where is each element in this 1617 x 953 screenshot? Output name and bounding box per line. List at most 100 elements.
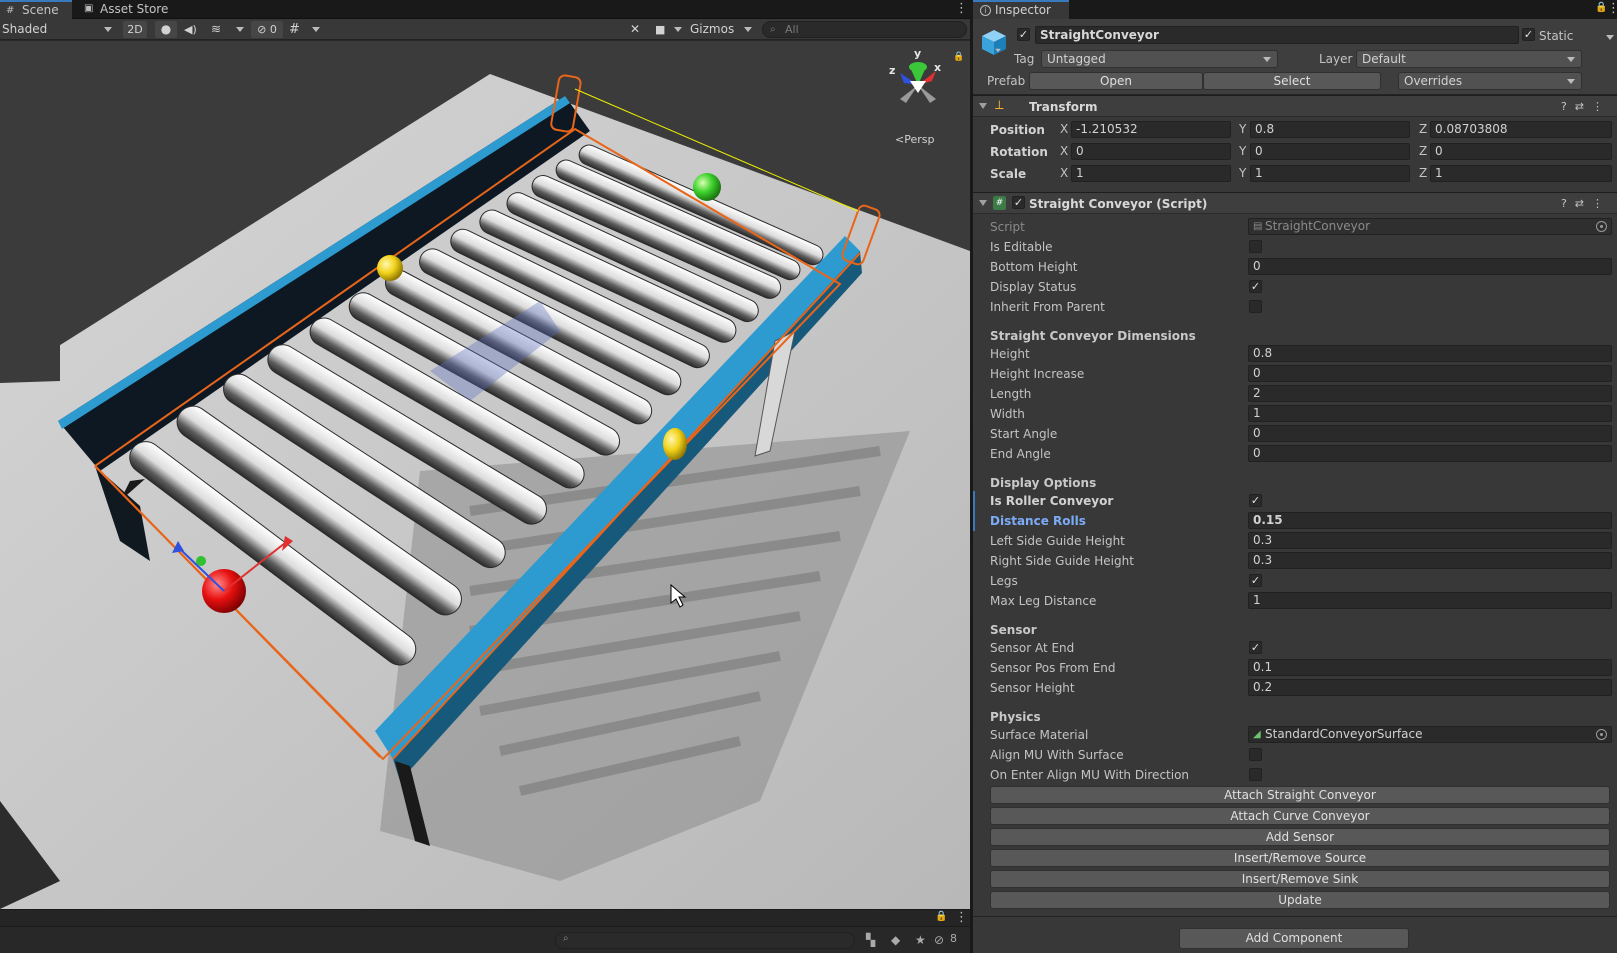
scale-z-field[interactable]: 1 [1430, 165, 1612, 182]
static-dropdown-icon[interactable] [1606, 35, 1614, 40]
width-field[interactable]: 1 [1248, 405, 1612, 422]
bottom-menu-icon[interactable]: ⋮ [955, 911, 968, 925]
foldout-arrow-icon[interactable] [979, 103, 987, 109]
script-object-field[interactable]: ▤ StraightConveyor [1248, 218, 1612, 235]
component-header-icons[interactable]: ?⇄⋮ [1561, 196, 1611, 212]
position-z-field[interactable]: 0.08703808 [1430, 121, 1612, 138]
component-enabled-checkbox[interactable]: ✓ [1012, 196, 1025, 209]
script-component-header[interactable]: # ✓ Straight Conveyor (Script) ?⇄⋮ [973, 192, 1617, 214]
camera-icon[interactable]: ■ [655, 21, 669, 38]
attach-curve-conveyor-button[interactable]: Attach Curve Conveyor [990, 807, 1610, 825]
tab-inspector[interactable]: i Inspector [973, 0, 1069, 19]
prefab-cube-icon[interactable] [979, 27, 1009, 57]
position-x-field[interactable]: -1.210532 [1071, 121, 1231, 138]
position-y-field[interactable]: 0.8 [1250, 121, 1410, 138]
static-checkbox[interactable]: ✓ [1522, 28, 1535, 41]
camera-dropdown-icon[interactable] [674, 27, 682, 32]
object-picker-icon[interactable] [1596, 729, 1607, 740]
shading-mode-dropdown[interactable]: Shaded [2, 21, 114, 38]
tag-dropdown[interactable]: Untagged [1041, 50, 1278, 68]
tools-icon[interactable]: ✕ [630, 21, 644, 38]
update-button[interactable]: Update [990, 891, 1610, 909]
sensor-at-end-checkbox[interactable]: ✓ [1249, 641, 1262, 654]
start-angle-field[interactable]: 0 [1248, 425, 1612, 442]
lighting-toggle-icon[interactable]: ● [155, 21, 177, 38]
prefab-overrides-dropdown[interactable]: Overrides [1398, 72, 1582, 90]
add-component-button[interactable]: Add Component [1179, 928, 1409, 949]
lock-icon[interactable]: 🔒 [935, 911, 947, 922]
distance-rolls-field[interactable]: 0.15 [1248, 512, 1612, 529]
axis-y-label[interactable]: Y [1239, 165, 1246, 182]
scene-viewport[interactable]: 🔒 y z x <Persp [0, 41, 970, 909]
insert-remove-sink-button[interactable]: Insert/Remove Sink [990, 870, 1610, 888]
tag-icon[interactable]: ◆ [891, 932, 900, 948]
object-name-field[interactable]: StraightConveyor [1035, 26, 1519, 44]
tab-asset-store[interactable]: ▣ Asset Store [78, 0, 174, 19]
axis-z-label[interactable]: Z [1419, 121, 1427, 138]
kebab-menu-icon[interactable]: ⋮ [1592, 197, 1611, 210]
kebab-menu-icon[interactable]: ⋮ [1592, 100, 1611, 113]
axis-y-label[interactable]: Y [1239, 121, 1246, 138]
hidden-objects-toggle[interactable]: ⊘ 0 [251, 21, 283, 38]
rotation-z-field[interactable]: 0 [1430, 143, 1612, 160]
lock-icon[interactable]: 🔒 [1595, 2, 1607, 13]
axis-x-label[interactable]: X [1060, 143, 1068, 160]
attach-straight-conveyor-button[interactable]: Attach Straight Conveyor [990, 786, 1610, 804]
sensor-height-field[interactable]: 0.2 [1248, 679, 1612, 696]
star-icon[interactable]: ★ [915, 932, 926, 948]
help-icon[interactable]: ? [1561, 100, 1575, 113]
height-field[interactable]: 0.8 [1248, 345, 1612, 362]
eye-slash-icon[interactable]: ⊘ [934, 932, 944, 948]
component-header-icons[interactable]: ?⇄⋮ [1561, 99, 1611, 115]
grid-toggle-icon[interactable]: # [289, 21, 305, 38]
align-mu-checkbox[interactable] [1249, 748, 1262, 761]
surface-material-field[interactable]: ◢ StandardConveyorSurface [1248, 726, 1612, 743]
axis-z-label[interactable]: Z [1419, 165, 1427, 182]
bottom-height-field[interactable]: 0 [1248, 258, 1612, 275]
legs-checkbox[interactable]: ✓ [1249, 574, 1262, 587]
axis-x-label[interactable]: X [1060, 121, 1068, 138]
layer-dropdown[interactable]: Default [1356, 50, 1582, 68]
scene-menu-icon[interactable]: ⋮ [955, 2, 968, 16]
rotation-y-field[interactable]: 0 [1250, 143, 1410, 160]
on-enter-align-checkbox[interactable] [1249, 768, 1262, 781]
inherit-from-parent-checkbox[interactable] [1249, 300, 1262, 313]
rotation-x-field[interactable]: 0 [1071, 143, 1231, 160]
max-leg-distance-field[interactable]: 1 [1248, 592, 1612, 609]
transform-header[interactable]: ⟂ Transform ?⇄⋮ [973, 95, 1617, 117]
preset-icon[interactable]: ⇄ [1575, 100, 1592, 113]
icon-dropdown-icon[interactable] [995, 48, 1001, 53]
is-editable-checkbox[interactable] [1249, 240, 1262, 253]
prefab-open-button[interactable]: Open [1029, 72, 1203, 90]
height-increase-field[interactable]: 0 [1248, 365, 1612, 382]
scale-y-field[interactable]: 1 [1250, 165, 1410, 182]
is-roller-conveyor-checkbox[interactable]: ✓ [1249, 494, 1262, 507]
help-icon[interactable]: ? [1561, 197, 1575, 210]
effects-dropdown-icon[interactable] [236, 27, 244, 32]
effects-icon[interactable]: ≋ [211, 21, 227, 38]
scale-x-field[interactable]: 1 [1071, 165, 1231, 182]
gizmos-dropdown[interactable]: Gizmos [690, 21, 754, 38]
static-label[interactable]: Static [1539, 28, 1573, 44]
audio-toggle-icon[interactable]: ◀) [184, 21, 200, 38]
axis-x-label[interactable]: X [1060, 165, 1068, 182]
inspector-menu-icon[interactable]: ⋮ [1607, 2, 1617, 16]
display-status-checkbox[interactable]: ✓ [1249, 280, 1262, 293]
foldout-arrow-icon[interactable] [979, 200, 987, 206]
end-angle-field[interactable]: 0 [1248, 445, 1612, 462]
right-guide-height-field[interactable]: 0.3 [1248, 552, 1612, 569]
preset-icon[interactable]: ⇄ [1575, 197, 1592, 210]
axis-y-label[interactable]: Y [1239, 143, 1246, 160]
filter-type-icon[interactable]: ▚ [866, 932, 875, 948]
tab-scene[interactable]: # Scene [0, 0, 72, 19]
grid-dropdown-icon[interactable] [312, 27, 320, 32]
length-field[interactable]: 2 [1248, 385, 1612, 402]
active-checkbox[interactable]: ✓ [1017, 28, 1030, 41]
object-picker-icon[interactable] [1596, 221, 1607, 232]
left-guide-height-field[interactable]: 0.3 [1248, 532, 1612, 549]
add-sensor-button[interactable]: Add Sensor [990, 828, 1610, 846]
axis-z-label[interactable]: Z [1419, 143, 1427, 160]
sensor-pos-field[interactable]: 0.1 [1248, 659, 1612, 676]
scene-search-input[interactable]: ⌕ All [762, 21, 967, 38]
insert-remove-source-button[interactable]: Insert/Remove Source [990, 849, 1610, 867]
